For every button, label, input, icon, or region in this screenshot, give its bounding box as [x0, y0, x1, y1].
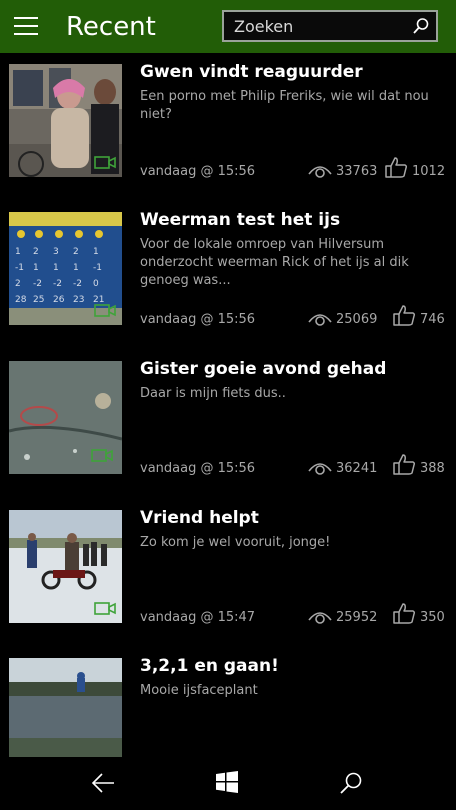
thumbs-up-icon: [393, 305, 416, 326]
svg-text:-1: -1: [93, 263, 102, 273]
thumbs-up-icon: [393, 603, 416, 624]
page-title: Recent: [66, 12, 156, 42]
list-item[interactable]: Gwen vindt reaguurder Een porno met Phil…: [0, 53, 456, 193]
like-count: 388: [420, 461, 445, 476]
video-thumbnail[interactable]: [9, 64, 122, 177]
item-title: 3,2,1 en gaan!: [140, 656, 279, 676]
item-subtitle: Daar is mijn fiets dus..: [140, 386, 286, 401]
search-input[interactable]: [224, 15, 416, 37]
video-camera-icon: [91, 449, 113, 462]
item-title: Gwen vindt reaguurder: [140, 62, 363, 82]
view-count: 33763: [336, 164, 378, 179]
eye-icon: [308, 463, 332, 475]
list-item[interactable]: 3,2,1 en gaan! Mooie ijsfaceplant: [0, 647, 456, 757]
like-count: 746: [420, 312, 445, 327]
svg-text:1: 1: [73, 263, 79, 273]
svg-text:1: 1: [93, 247, 99, 257]
thumbs-up-icon: [385, 157, 408, 178]
item-subtitle: Zo kom je wel vooruit, jonge!: [140, 535, 331, 550]
item-timestamp: vandaag @ 15:56: [140, 461, 256, 476]
video-thumbnail[interactable]: [9, 658, 122, 757]
back-arrow-icon[interactable]: [90, 771, 116, 795]
video-list: Gwen vindt reaguurder Een porno met Phil…: [0, 53, 456, 757]
list-item[interactable]: Gister goeie avond gehad Daar is mijn fi…: [0, 350, 456, 490]
video-thumbnail[interactable]: [9, 361, 122, 474]
view-count: 25069: [336, 312, 378, 327]
video-camera-icon: [94, 602, 116, 615]
item-timestamp: vandaag @ 15:56: [140, 164, 256, 179]
list-item[interactable]: 12321 -1 1 1 1 -1 2 -2 -2 -2 0 28 25 26 23 21 Weerma…: [0, 201, 456, 341]
view-count: 25952: [336, 610, 378, 625]
eye-icon: [308, 314, 332, 326]
eye-icon: [308, 612, 332, 624]
system-navigation-bar: [0, 757, 456, 810]
svg-text:28: 28: [15, 295, 27, 305]
list-item[interactable]: Vriend helpt Zo kom je wel vooruit, jong…: [0, 499, 456, 639]
svg-text:-2: -2: [73, 279, 82, 289]
svg-text:1: 1: [33, 263, 39, 273]
svg-text:0: 0: [93, 279, 99, 289]
like-count: 1012: [412, 164, 446, 179]
item-subtitle: Mooie ijsfaceplant: [140, 683, 258, 698]
svg-text:-1: -1: [15, 263, 24, 273]
item-title: Weerman test het ijs: [140, 210, 341, 230]
video-thumbnail[interactable]: [9, 510, 122, 623]
search-icon[interactable]: [339, 771, 363, 795]
eye-icon: [308, 166, 332, 178]
like-count: 350: [420, 610, 445, 625]
item-title: Vriend helpt: [140, 508, 259, 528]
video-camera-icon: [94, 304, 116, 317]
item-timestamp: vandaag @ 15:47: [140, 610, 256, 625]
svg-text:25: 25: [33, 295, 44, 305]
app-header: Recent: [0, 0, 456, 53]
svg-text:26: 26: [53, 295, 65, 305]
video-thumbnail[interactable]: 12321 -1 1 1 1 -1 2 -2 -2 -2 0 28 25 26 23 21: [9, 212, 122, 325]
windows-logo-icon[interactable]: [215, 770, 239, 794]
svg-text:2: 2: [33, 247, 39, 257]
svg-text:1: 1: [53, 263, 59, 273]
search-box[interactable]: [222, 10, 438, 42]
svg-text:3: 3: [53, 247, 59, 257]
thumbs-up-icon: [393, 454, 416, 475]
item-subtitle: Een porno met Philip Freriks, wie wil da…: [140, 89, 429, 122]
svg-text:1: 1: [15, 247, 21, 257]
video-camera-icon: [94, 156, 116, 169]
svg-text:23: 23: [73, 295, 84, 305]
svg-text:2: 2: [15, 279, 21, 289]
item-title: Gister goeie avond gehad: [140, 359, 387, 379]
item-subtitle: Voor de lokale omroep van Hilversum onde…: [140, 237, 409, 288]
item-timestamp: vandaag @ 15:56: [140, 312, 256, 327]
view-count: 36241: [336, 461, 378, 476]
svg-text:-2: -2: [53, 279, 62, 289]
hamburger-menu-icon[interactable]: [14, 17, 38, 35]
svg-text:2: 2: [73, 247, 79, 257]
search-icon[interactable]: [412, 17, 430, 35]
svg-text:-2: -2: [33, 279, 42, 289]
